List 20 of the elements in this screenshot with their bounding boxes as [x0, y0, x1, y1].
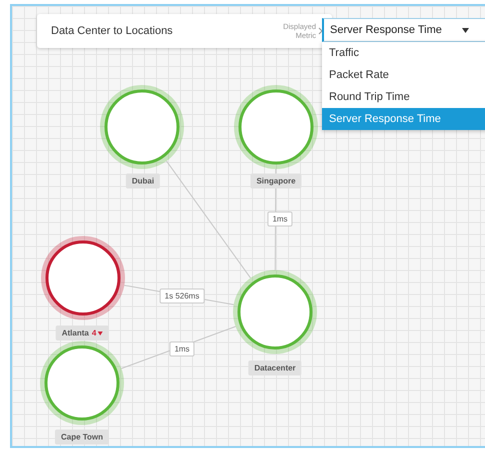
link-label: 1ms — [267, 212, 293, 226]
view-title: Data Center to Locations — [51, 25, 173, 37]
location-node[interactable] — [40, 341, 124, 425]
node-label: Atlanta — [62, 328, 89, 338]
location-node[interactable] — [234, 85, 318, 169]
chevron-icon — [318, 27, 324, 35]
link-label: 1s 526ms — [160, 288, 204, 304]
menu-option[interactable]: Traffic — [322, 42, 485, 64]
link-label: 1ms — [169, 342, 195, 356]
location-node[interactable] — [41, 236, 125, 320]
location-node[interactable] — [100, 85, 184, 169]
node-label: Cape Town — [60, 432, 104, 442]
caret-icon — [462, 28, 469, 33]
location-node[interactable] — [233, 270, 317, 354]
alert-count[interactable]: 4 — [92, 328, 102, 338]
node-label: Dubai — [132, 176, 154, 186]
metric-dropdown[interactable]: Server Response Time — [322, 18, 485, 42]
caret-icon — [97, 331, 102, 335]
node-label: Datacenter — [254, 364, 296, 372]
node-label: Singapore — [256, 176, 296, 186]
